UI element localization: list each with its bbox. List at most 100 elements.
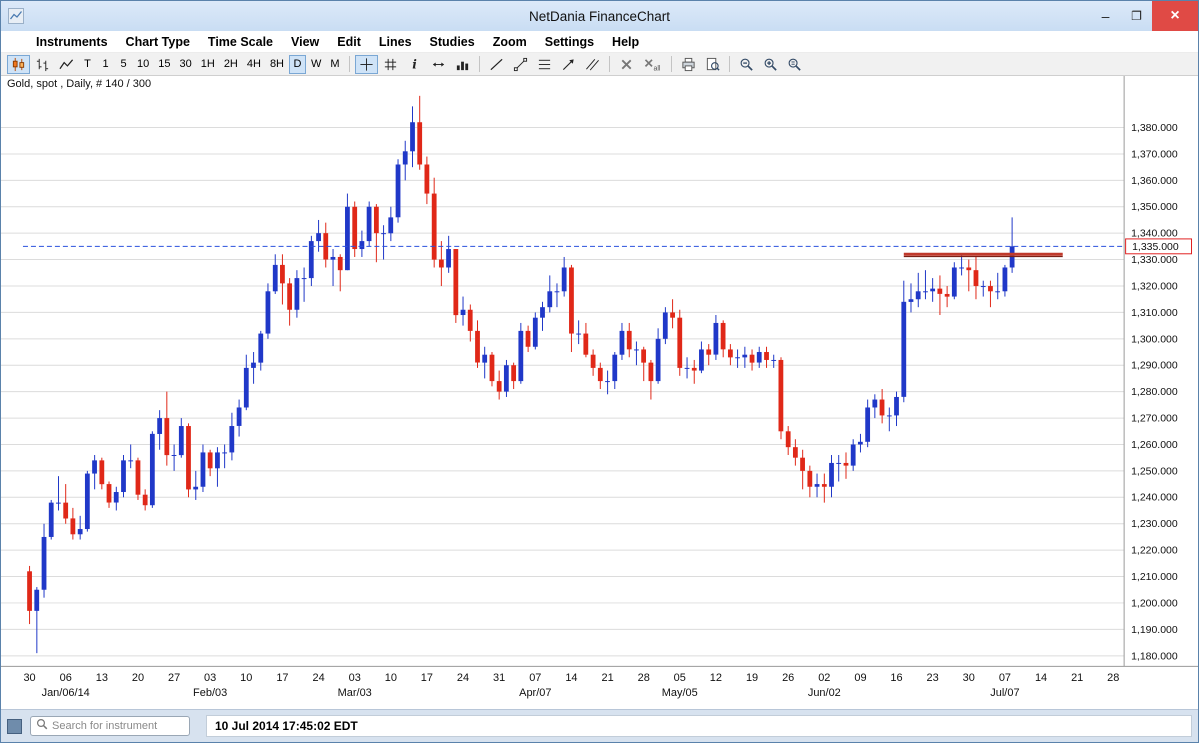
statusbar: 10 Jul 2014 17:45:02 EDT (1, 709, 1198, 742)
menu-view[interactable]: View (282, 35, 328, 49)
menu-zoom[interactable]: Zoom (484, 35, 536, 49)
svg-text:1,320.000: 1,320.000 (1131, 282, 1178, 293)
timeframe-1h[interactable]: 1H (197, 55, 219, 74)
trend-line-drawing[interactable] (904, 254, 1063, 256)
svg-text:Jan/06/14: Jan/06/14 (42, 687, 90, 699)
svg-text:Jul/07: Jul/07 (990, 687, 1019, 699)
menu-instruments[interactable]: Instruments (27, 35, 117, 49)
timeframe-tick[interactable]: T (79, 55, 96, 74)
svg-text:1,270.000: 1,270.000 (1131, 414, 1178, 425)
chart-type-line-icon[interactable] (55, 55, 78, 74)
grid-toggle-icon[interactable] (379, 55, 402, 74)
timeframe-monthly[interactable]: M (326, 55, 343, 74)
minimize-button[interactable]: – (1090, 1, 1121, 31)
timeframe-daily[interactable]: D (289, 55, 306, 74)
trend-line-tool-icon[interactable] (485, 55, 508, 74)
status-timestamp: 10 Jul 2014 17:45:02 EDT (215, 719, 358, 733)
timeframe-4h[interactable]: 4H (243, 55, 265, 74)
timeframe-15[interactable]: 15 (154, 55, 174, 74)
svg-text:1,370.000: 1,370.000 (1131, 149, 1178, 160)
svg-text:10: 10 (385, 672, 397, 684)
print-button-icon[interactable] (677, 55, 700, 74)
svg-text:14: 14 (1035, 672, 1047, 684)
delete-all-drawings-button-icon[interactable]: all (639, 55, 666, 74)
app-icon (8, 8, 24, 24)
svg-text:1,280.000: 1,280.000 (1131, 387, 1178, 398)
zoom-in-button-icon[interactable] (759, 55, 782, 74)
svg-text:13: 13 (96, 672, 108, 684)
status-panel: 10 Jul 2014 17:45:02 EDT (206, 715, 1192, 737)
zoom-out-button-icon[interactable] (735, 55, 758, 74)
chart-type-candlestick-icon[interactable] (7, 55, 30, 74)
volume-toggle-icon[interactable] (451, 55, 474, 74)
svg-text:05: 05 (674, 672, 686, 684)
toolbar-separator (671, 56, 672, 72)
fib-retracement-tool-icon[interactable] (533, 55, 556, 74)
svg-text:21: 21 (601, 672, 613, 684)
svg-text:1,230.000: 1,230.000 (1131, 519, 1178, 530)
menu-chart-type[interactable]: Chart Type (117, 35, 199, 49)
timeframe-1[interactable]: 1 (97, 55, 114, 74)
print-preview-button-icon[interactable] (701, 55, 724, 74)
chart-svg[interactable]: 1,380.0001,370.0001,360.0001,350.0001,34… (1, 76, 1198, 709)
svg-text:23: 23 (927, 672, 939, 684)
parallel-lines-tool-icon[interactable] (581, 55, 604, 74)
app-window: NetDania FinanceChart – ❐ × InstrumentsC… (0, 0, 1199, 743)
chart-type-bars-icon[interactable] (31, 55, 54, 74)
svg-text:1,360.000: 1,360.000 (1131, 176, 1178, 187)
menu-help[interactable]: Help (603, 35, 648, 49)
svg-text:31: 31 (493, 672, 505, 684)
svg-text:27: 27 (168, 672, 180, 684)
timeframe-10[interactable]: 10 (133, 55, 153, 74)
menubar: InstrumentsChart TypeTime ScaleViewEditL… (1, 31, 1198, 53)
trend-line-points-tool-icon[interactable] (509, 55, 532, 74)
menu-studies[interactable]: Studies (421, 35, 484, 49)
y-axis: 1,380.0001,370.0001,360.0001,350.0001,34… (1, 76, 1178, 666)
svg-text:06: 06 (60, 672, 72, 684)
svg-text:i: i (412, 57, 417, 71)
svg-text:Apr/07: Apr/07 (519, 687, 551, 699)
timeframe-5[interactable]: 5 (115, 55, 132, 74)
info-tool-icon[interactable]: i (403, 55, 426, 74)
window-title: NetDania FinanceChart (1, 9, 1198, 24)
svg-text:1,380.000: 1,380.000 (1131, 123, 1178, 134)
svg-text:Mar/03: Mar/03 (338, 687, 372, 699)
svg-text:12: 12 (710, 672, 722, 684)
svg-text:1,260.000: 1,260.000 (1131, 440, 1178, 451)
svg-text:all: all (653, 65, 660, 71)
svg-text:1,340.000: 1,340.000 (1131, 229, 1178, 240)
svg-text:1,250.000: 1,250.000 (1131, 466, 1178, 477)
search-box[interactable] (30, 716, 190, 736)
timeframe-30[interactable]: 30 (176, 55, 196, 74)
svg-text:21: 21 (1071, 672, 1083, 684)
menu-time-scale[interactable]: Time Scale (199, 35, 282, 49)
menu-edit[interactable]: Edit (328, 35, 370, 49)
menu-lines[interactable]: Lines (370, 35, 421, 49)
x-axis: 3006132027031017240310172431071421280512… (1, 666, 1198, 699)
svg-text:1,330.000: 1,330.000 (1131, 255, 1178, 266)
zoom-reset-button-icon[interactable] (783, 55, 806, 74)
expand-horizontal-tool-icon[interactable] (427, 55, 450, 74)
svg-text:1,200.000: 1,200.000 (1131, 598, 1178, 609)
search-icon (36, 717, 48, 735)
grip-icon (7, 719, 22, 734)
maximize-button[interactable]: ❐ (1121, 1, 1152, 31)
svg-text:19: 19 (746, 672, 758, 684)
svg-text:16: 16 (890, 672, 902, 684)
svg-text:20: 20 (132, 672, 144, 684)
window-controls: – ❐ × (1090, 1, 1198, 31)
timeframe-weekly[interactable]: W (307, 55, 325, 74)
timeframe-2h[interactable]: 2H (220, 55, 242, 74)
svg-text:Jun/02: Jun/02 (808, 687, 841, 699)
close-button[interactable]: × (1152, 1, 1198, 31)
svg-text:09: 09 (854, 672, 866, 684)
svg-text:1,290.000: 1,290.000 (1131, 361, 1178, 372)
delete-drawing-button-icon[interactable] (615, 55, 638, 74)
timeframe-8h[interactable]: 8H (266, 55, 288, 74)
search-input[interactable] (52, 720, 184, 732)
arrow-line-tool-icon[interactable] (557, 55, 580, 74)
menu-settings[interactable]: Settings (536, 35, 603, 49)
crosshair-tool-icon[interactable] (355, 55, 378, 74)
svg-text:1,220.000: 1,220.000 (1131, 546, 1178, 557)
svg-text:Feb/03: Feb/03 (193, 687, 227, 699)
